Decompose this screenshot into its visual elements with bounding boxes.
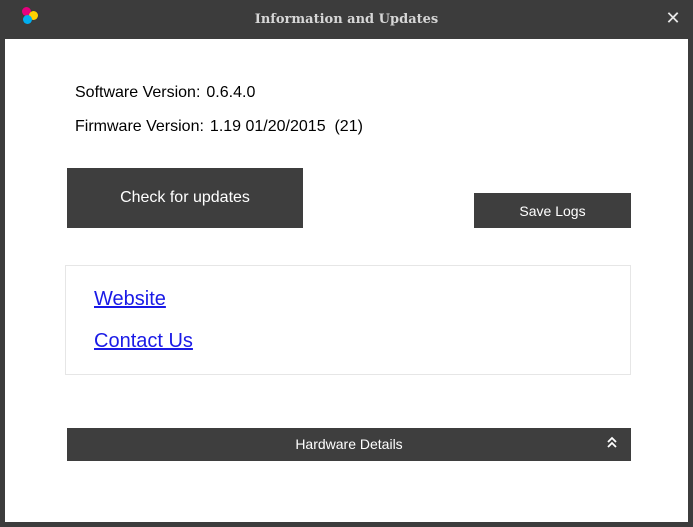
hardware-details-label: Hardware Details — [295, 436, 403, 452]
website-link[interactable]: Website — [94, 288, 166, 311]
firmware-version-line: Firmware Version: 1.19 01/20/2015 (21) — [75, 118, 363, 136]
save-logs-button[interactable]: Save Logs — [474, 193, 631, 228]
software-version-line: Software Version: 0.6.4.0 — [75, 84, 255, 102]
software-version-value: 0.6.4.0 — [206, 84, 256, 101]
window-title: Information and Updates — [254, 12, 439, 27]
information-window: Information and Updates ✕ Software Versi… — [0, 0, 693, 527]
links-panel: Website Contact Us — [65, 265, 631, 375]
title-bar[interactable]: Information and Updates ✕ — [5, 0, 688, 39]
contact-us-link[interactable]: Contact Us — [94, 330, 193, 353]
software-version-label: Software Version: — [75, 84, 201, 101]
double-chevron-up-icon[interactable] — [607, 428, 617, 461]
firmware-version-label: Firmware Version: — [75, 118, 204, 135]
hardware-details-toggle[interactable]: Hardware Details — [67, 428, 631, 461]
firmware-version-value: 1.19 01/20/2015 (21) — [209, 118, 363, 135]
check-for-updates-button[interactable]: Check for updates — [67, 168, 303, 228]
close-icon[interactable]: ✕ — [664, 9, 682, 27]
content-area: Software Version: 0.6.4.0 Firmware Versio… — [5, 39, 688, 522]
